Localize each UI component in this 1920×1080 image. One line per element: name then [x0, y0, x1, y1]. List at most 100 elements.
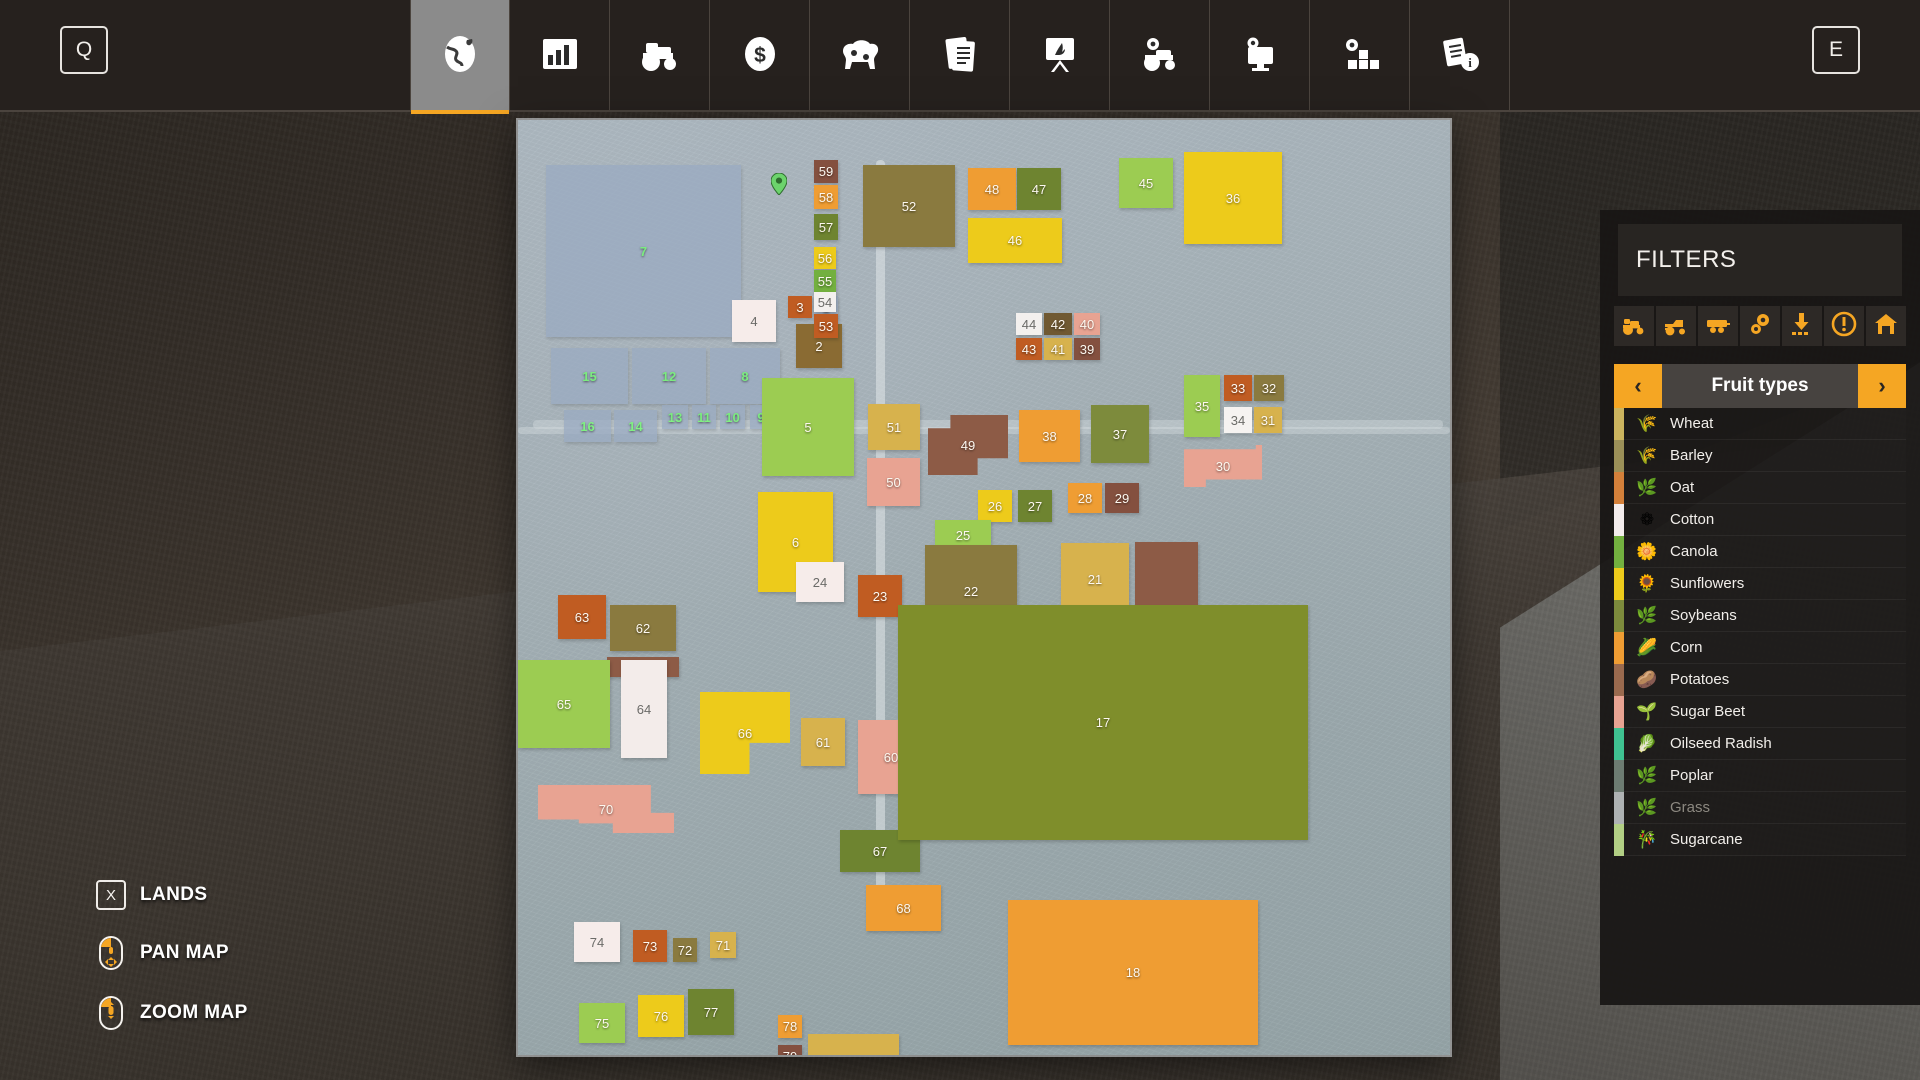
- crop-filter-poplar[interactable]: 🌿 Poplar: [1614, 759, 1906, 792]
- map-field[interactable]: 71: [710, 932, 736, 958]
- map-field[interactable]: 23: [858, 575, 902, 617]
- crop-filter-soybeans[interactable]: 🌿 Soybeans: [1614, 599, 1906, 632]
- crop-filter-sugarcane[interactable]: 🎋 Sugarcane: [1614, 823, 1906, 856]
- map-field[interactable]: 57: [814, 214, 838, 240]
- filter-button-harvester[interactable]: [1656, 306, 1696, 346]
- map-field[interactable]: 81: [808, 1034, 899, 1055]
- map-field[interactable]: 72: [673, 938, 697, 962]
- map-field[interactable]: 45: [1119, 158, 1173, 208]
- map-field[interactable]: 35: [1184, 375, 1220, 437]
- map-field[interactable]: 53: [814, 314, 838, 338]
- map-viewport[interactable]: 7151281614131110943125659585756555453525…: [518, 120, 1450, 1055]
- map-field[interactable]: 54: [814, 292, 836, 312]
- map-field[interactable]: 50: [867, 458, 920, 506]
- map-field[interactable]: 46: [968, 218, 1062, 263]
- filter-button-home[interactable]: [1866, 306, 1906, 346]
- crop-filter-barley[interactable]: 🌾 Barley: [1614, 439, 1906, 472]
- tab-help[interactable]: i: [1410, 0, 1510, 112]
- map-field[interactable]: 24: [796, 562, 844, 602]
- map-field[interactable]: 27: [1018, 490, 1052, 522]
- crop-filter-cotton[interactable]: ❁ Cotton: [1614, 503, 1906, 536]
- tab-animals[interactable]: [810, 0, 910, 112]
- map-field[interactable]: 17: [898, 605, 1308, 840]
- prev-page-key-hint[interactable]: Q: [60, 26, 108, 74]
- map-field[interactable]: 76: [638, 995, 684, 1037]
- map-field[interactable]: 75: [579, 1003, 625, 1043]
- map-field[interactable]: 44: [1016, 313, 1042, 335]
- map-field[interactable]: 74: [574, 922, 620, 962]
- map-field[interactable]: 61: [801, 718, 845, 766]
- map-field[interactable]: 5: [762, 378, 854, 476]
- map-field[interactable]: 78: [778, 1015, 802, 1038]
- map-field[interactable]: 16: [564, 410, 611, 442]
- tab-statistics[interactable]: [510, 0, 610, 112]
- tab-production[interactable]: [1010, 0, 1110, 112]
- map-field[interactable]: 33: [1224, 375, 1252, 401]
- crop-filter-sugar-beet[interactable]: 🌱 Sugar Beet: [1614, 695, 1906, 728]
- tab-general-settings[interactable]: [1310, 0, 1410, 112]
- filter-button-trailer[interactable]: [1698, 306, 1738, 346]
- map-field[interactable]: 11: [692, 405, 716, 429]
- crop-filter-potatoes[interactable]: 🥔 Potatoes: [1614, 663, 1906, 696]
- crop-filter-corn[interactable]: 🌽 Corn: [1614, 631, 1906, 664]
- map-field[interactable]: 14: [614, 410, 657, 442]
- map-field[interactable]: 10: [720, 405, 745, 429]
- key-hint-badge[interactable]: X: [96, 880, 126, 910]
- tab-vehicles[interactable]: [610, 0, 710, 112]
- map-field[interactable]: 58: [814, 185, 838, 209]
- map-field[interactable]: 40: [1074, 313, 1100, 335]
- map-field[interactable]: 52: [863, 165, 955, 247]
- map-field[interactable]: 37: [1091, 405, 1149, 463]
- filter-button-download-unload[interactable]: [1782, 306, 1822, 346]
- crop-filter-oilseed-radish[interactable]: 🥬 Oilseed Radish: [1614, 727, 1906, 760]
- map-field[interactable]: 73: [633, 930, 667, 962]
- map-field[interactable]: 13: [662, 405, 688, 429]
- map-field[interactable]: 42: [1044, 313, 1072, 335]
- filter-button-gears[interactable]: [1740, 306, 1780, 346]
- filter-button-tractor[interactable]: [1614, 306, 1654, 346]
- map-field[interactable]: 55: [814, 270, 836, 292]
- map-field[interactable]: 31: [1254, 407, 1282, 433]
- crop-filter-oat[interactable]: 🌿 Oat: [1614, 471, 1906, 504]
- category-next-button[interactable]: ›: [1858, 364, 1906, 408]
- crop-filter-canola[interactable]: 🌼 Canola: [1614, 535, 1906, 568]
- tab-contracts[interactable]: [910, 0, 1010, 112]
- map-field[interactable]: 39: [1074, 338, 1100, 360]
- map-field[interactable]: 63: [558, 595, 606, 639]
- map-field[interactable]: 47: [1017, 168, 1061, 210]
- map-field[interactable]: 28: [1068, 483, 1102, 513]
- tab-map[interactable]: [410, 0, 510, 114]
- map-field[interactable]: 68: [866, 885, 941, 931]
- map-field[interactable]: 32: [1254, 375, 1284, 401]
- map-field[interactable]: 34: [1224, 407, 1252, 433]
- map-field[interactable]: 7: [546, 165, 741, 337]
- map-field[interactable]: 51: [868, 404, 920, 450]
- map-field[interactable]: 3: [788, 296, 812, 318]
- map-field[interactable]: 29: [1105, 483, 1139, 513]
- tab-game-settings[interactable]: [1210, 0, 1310, 112]
- map-field[interactable]: 12: [632, 348, 706, 404]
- tab-vehicle-settings[interactable]: [1110, 0, 1210, 112]
- crop-filter-wheat[interactable]: 🌾 Wheat: [1614, 407, 1906, 440]
- filter-button-warning-circle[interactable]: [1824, 306, 1864, 346]
- map-field[interactable]: 77: [688, 989, 734, 1035]
- map-field[interactable]: 15: [551, 348, 628, 404]
- crop-filter-grass[interactable]: 🌿 Grass: [1614, 791, 1906, 824]
- map-field[interactable]: 64: [621, 660, 667, 758]
- map-field[interactable]: 43: [1016, 338, 1042, 360]
- map-field[interactable]: 4: [732, 300, 776, 342]
- map-field[interactable]: 59: [814, 160, 838, 183]
- map-field[interactable]: 18: [1008, 900, 1258, 1045]
- next-page-key-hint[interactable]: E: [1812, 26, 1860, 74]
- map-field[interactable]: 65: [518, 660, 610, 748]
- tab-finances[interactable]: $: [710, 0, 810, 112]
- map-field[interactable]: 48: [968, 168, 1016, 210]
- map-field[interactable]: 56: [814, 247, 836, 269]
- map-field[interactable]: 26: [978, 490, 1012, 522]
- map-field[interactable]: 79: [778, 1045, 802, 1055]
- map-field[interactable]: 38: [1019, 410, 1080, 462]
- map-field[interactable]: 62: [610, 605, 676, 651]
- map-field[interactable]: 41: [1044, 338, 1072, 360]
- crop-filter-sunflowers[interactable]: 🌻 Sunflowers: [1614, 567, 1906, 600]
- map-field[interactable]: 36: [1184, 152, 1282, 244]
